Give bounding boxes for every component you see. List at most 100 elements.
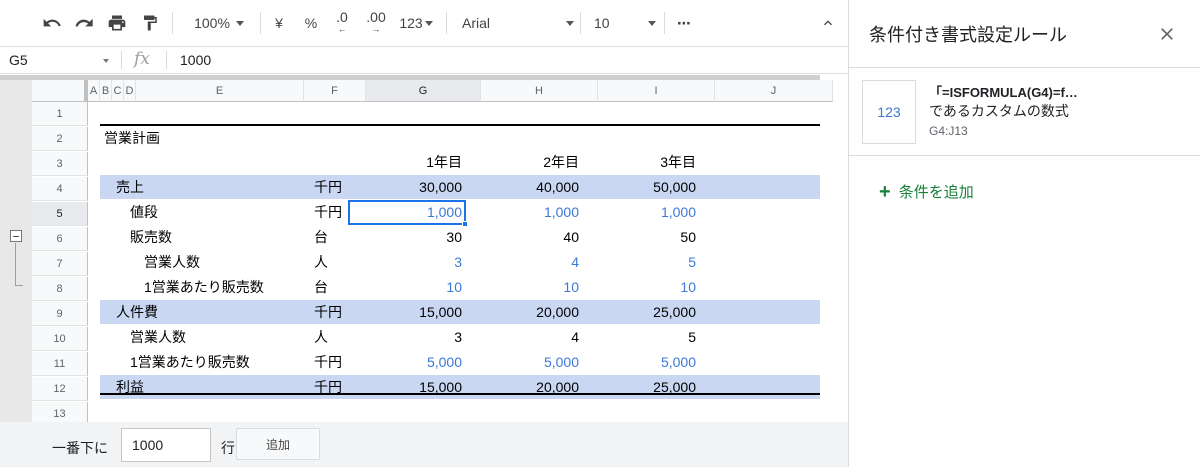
value-cell[interactable]: 50 [582,225,696,249]
unit-cell[interactable]: 台 [314,275,328,299]
column-header-f[interactable]: F [304,80,366,102]
value-cell[interactable]: 3 [348,325,462,349]
currency-format-button[interactable]: ¥ [268,0,290,46]
font-family-select[interactable]: Arial [458,0,578,46]
unit-cell[interactable]: 千円 [314,175,342,199]
value-cell[interactable]: 15,000 [348,300,462,324]
active-cell-selection[interactable] [348,200,466,225]
row-header-6[interactable]: 6 [32,227,88,251]
name-box-dropdown-icon[interactable] [103,59,109,63]
value-cell[interactable]: 5 [582,250,696,274]
value-cell[interactable]: 30 [348,225,462,249]
value-cell[interactable]: 1,000 [465,200,579,224]
value-cell[interactable]: 25,000 [582,375,696,399]
value-cell[interactable]: 5 [582,325,696,349]
column-header-i[interactable]: I [598,80,715,102]
sheet-grid[interactable]: 営業計画 1年目 2年目 3年目 売上 千円 30,000 40,000 50,000 値… [88,102,820,422]
chevron-down-icon [648,20,656,26]
row-header-4[interactable]: 4 [32,177,88,201]
paint-format-button[interactable] [136,0,164,46]
value-cell[interactable]: 20,000 [465,375,579,399]
select-all-corner[interactable] [32,80,88,102]
row-header-2[interactable]: 2 [32,127,88,151]
add-condition-button[interactable]: + 条件を追加 [879,181,974,202]
value-cell[interactable]: 5,000 [582,350,696,374]
value-cell[interactable]: 10 [348,275,462,299]
row-label[interactable]: 販売数 [130,225,172,249]
value-cell[interactable]: 5,000 [348,350,462,374]
unit-cell[interactable]: 千円 [314,300,342,324]
percent-label: % [304,15,318,31]
increase-decimal-label: .00 [366,9,386,25]
value-cell[interactable]: 40 [465,225,579,249]
value-cell[interactable]: 10 [465,275,579,299]
zoom-value: 100% [194,15,230,31]
value-cell[interactable]: 4 [465,250,579,274]
undo-button[interactable] [38,0,66,46]
arrow-right-icon: → [371,24,381,34]
unit-cell[interactable]: 千円 [314,350,342,374]
value-cell[interactable]: 40,000 [465,175,579,199]
unit-cell[interactable]: 台 [314,225,328,249]
column-header-j[interactable]: J [715,80,833,102]
fill-handle[interactable] [462,221,468,227]
number-format-select[interactable]: 123 [396,0,436,46]
unit-cell[interactable]: 人 [314,325,328,349]
value-cell[interactable]: 10 [582,275,696,299]
row-header-11[interactable]: 11 [32,352,88,376]
add-rows-button[interactable]: 追加 [236,428,320,460]
row-header-3[interactable]: 3 [32,152,88,176]
collapse-toolbar-button[interactable] [816,0,840,46]
value-cell[interactable]: 30,000 [348,175,462,199]
value-cell[interactable]: 25,000 [582,300,696,324]
row-header-1[interactable]: 1 [32,102,88,126]
column-header-a[interactable]: A [88,80,100,102]
formula-input[interactable]: 1000 [180,52,211,68]
value-cell[interactable]: 50,000 [582,175,696,199]
collapse-group-button[interactable] [10,230,22,242]
value-cell[interactable]: 3 [348,250,462,274]
rule-format-preview: 123 [862,80,916,144]
row-header-10[interactable]: 10 [32,327,88,351]
unit-cell[interactable]: 千円 [314,375,342,399]
value-cell[interactable]: 1,000 [582,200,696,224]
row-label[interactable]: 営業人数 [130,325,186,349]
decrease-decimal-button[interactable]: .0 ← [330,0,354,46]
chevron-down-icon [566,20,574,26]
value-cell[interactable]: 15,000 [348,375,462,399]
column-header-c[interactable]: C [112,80,124,102]
print-button[interactable] [103,0,131,46]
column-header-b[interactable]: B [100,80,112,102]
column-header-g[interactable]: G [366,80,481,102]
zoom-select[interactable]: 100% [184,0,254,46]
more-button[interactable]: ⋯ [672,0,696,46]
font-size-select[interactable]: 10 [590,0,660,46]
column-header-h[interactable]: H [481,80,598,102]
unit-cell[interactable]: 人 [314,250,328,274]
row-header-5[interactable]: 5 [32,202,88,226]
value-cell[interactable]: 20,000 [465,300,579,324]
row-header-12[interactable]: 12 [32,377,88,401]
value-cell[interactable]: 5,000 [465,350,579,374]
row-label[interactable]: 1営業あたり販売数 [130,350,250,374]
format-rule-card[interactable]: 123 「=ISFORMULA(G4)=f… であるカスタムの数式 G4:J13 [849,68,1200,156]
row-label[interactable]: 1営業あたり販売数 [144,275,264,299]
name-box[interactable]: G5 [9,52,28,68]
rows-count-input[interactable] [121,428,211,462]
value-cell[interactable]: 4 [465,325,579,349]
percent-format-button[interactable]: % [300,0,322,46]
unit-cell[interactable]: 千円 [314,200,342,224]
row-label[interactable]: 売上 [116,175,144,199]
column-header-e[interactable]: E [136,80,304,102]
row-label[interactable]: 人件費 [116,300,158,324]
close-panel-button[interactable] [1157,24,1177,44]
row-header-7[interactable]: 7 [32,252,88,276]
row-label[interactable]: 営業人数 [144,250,200,274]
increase-decimal-button[interactable]: .00 → [362,0,390,46]
row-header-8[interactable]: 8 [32,277,88,301]
row-header-9[interactable]: 9 [32,302,88,326]
column-header-d[interactable]: D [124,80,136,102]
row-label[interactable]: 値段 [130,200,158,224]
redo-button[interactable] [70,0,98,46]
row-label[interactable]: 利益 [116,375,144,399]
